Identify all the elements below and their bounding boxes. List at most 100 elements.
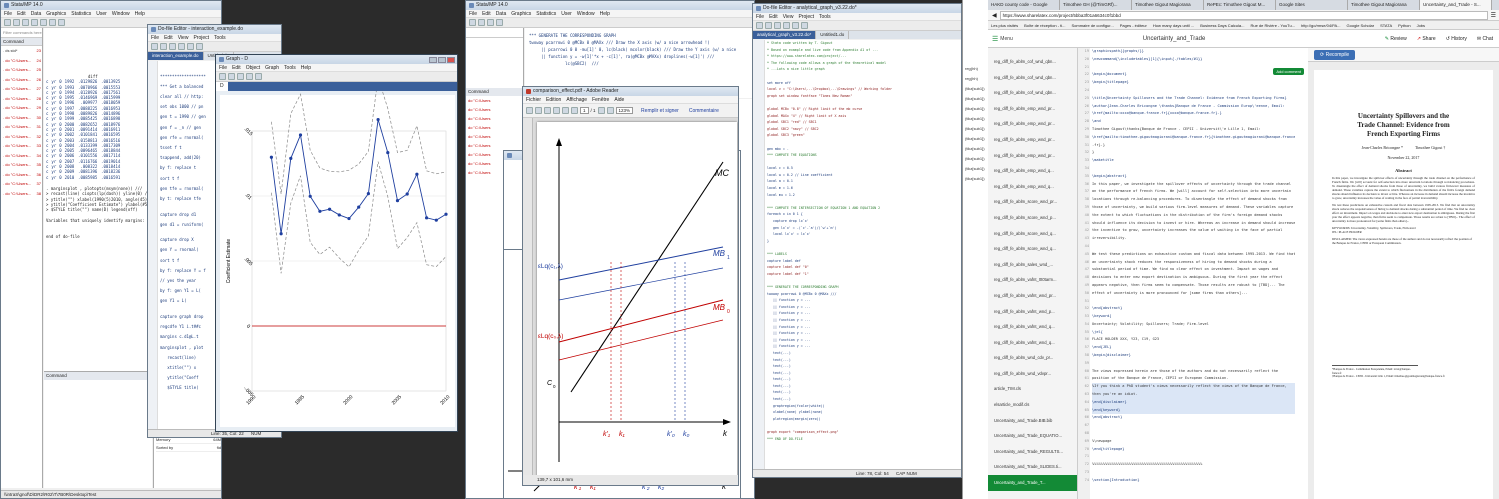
new-icon[interactable]: [756, 22, 763, 29]
save-icon[interactable]: [774, 22, 781, 29]
stata-menu-edit[interactable]: Edit: [17, 10, 26, 17]
history-filter[interactable]: Filter commands here: [1, 28, 42, 38]
stata-menu-data[interactable]: Data: [31, 10, 42, 17]
file-tree-item[interactable]: reg_diff_fe_ablm_emp_wnd_pr...: [988, 148, 1077, 164]
stata-menu-statistics[interactable]: Statistics: [71, 10, 91, 17]
history-item[interactable]: do "C:\Users: [466, 141, 523, 150]
print-icon[interactable]: [237, 73, 244, 80]
side-strip-item[interactable]: (tikz[sub1]): [963, 124, 988, 134]
history-item[interactable]: . do "C:\Users... 27: [1, 84, 42, 94]
history-item[interactable]: . do "C:\Users... 32: [1, 132, 42, 142]
file-tree-item[interactable]: reg_diff_fe_ablm_vafnt_wnd_pr...: [988, 288, 1077, 304]
comment-button[interactable]: Commentaire: [689, 108, 719, 114]
maximize-icon[interactable]: [438, 56, 446, 63]
file-tree-item[interactable]: reg_diff_fe_ablm_vafnt_0t0tarm...: [988, 272, 1077, 288]
file-tree-item[interactable]: Uncertainty_and_Trade_T...: [988, 475, 1077, 491]
side-strip-item[interactable]: (tikz[sub1]): [963, 134, 988, 144]
graph-tab-d[interactable]: D: [216, 82, 228, 91]
bookmark-item[interactable]: Les plus visités: [991, 21, 1018, 29]
bookmark-item[interactable]: Google Scholar: [1347, 21, 1375, 29]
pdf-menu-fichier[interactable]: Fichier: [526, 96, 541, 103]
stata-menu-window[interactable]: Window: [112, 10, 130, 17]
history-item[interactable]: . do "C:\Users... 35: [1, 160, 42, 170]
history-item[interactable]: do "C:\Users: [466, 105, 523, 114]
stata-menu-help[interactable]: Help: [135, 10, 145, 17]
print-icon[interactable]: [22, 19, 29, 26]
side-strip-item[interactable]: (tikz[sub1]): [963, 104, 988, 114]
file-tree-item[interactable]: reg_diff_fe_ablm_emp_wnd_pr...: [988, 132, 1077, 148]
browser-tab[interactable]: HAKD county code - Google: [988, 0, 1060, 10]
dofile2-menu-file[interactable]: File: [756, 13, 764, 20]
dofile1-titlebar[interactable]: Do-file Editor - interaction_example.do: [148, 25, 281, 34]
graph-icon[interactable]: [49, 19, 56, 26]
side-strip-item[interactable]: (tikz[sub1]): [963, 174, 988, 184]
side-strip-item[interactable]: (tikz[sub1]): [963, 164, 988, 174]
bookmark-item[interactable]: Python: [1398, 21, 1410, 29]
file-tree-item[interactable]: reg_diff_fe_ablm_score_wnd_q...: [988, 226, 1077, 242]
dofile2-tab[interactable]: Untitled1.do: [816, 31, 850, 39]
prev-page-icon[interactable]: [562, 107, 569, 114]
file-tree-item[interactable]: reg_diff_fe_ablm_cof_wnd_qbn...: [988, 54, 1077, 70]
open-icon[interactable]: [160, 43, 167, 50]
stata2-menu-help[interactable]: Help: [600, 10, 610, 17]
history-item[interactable]: . do "C:\Users... 37: [1, 179, 42, 189]
graph-icon[interactable]: [496, 19, 503, 26]
mail-icon[interactable]: [553, 107, 560, 114]
file-tree-item[interactable]: Uncertainty_and_Trade_EQUATIO...: [988, 428, 1077, 444]
dofile2-tab[interactable]: analytical_graph_v3.22.do*: [753, 31, 817, 39]
dofile1-menu-project[interactable]: Project: [193, 34, 209, 41]
side-strip-item[interactable]: (tikz[sub1]): [963, 94, 988, 104]
history-item[interactable]: . do "C:\Users... 26: [1, 75, 42, 85]
history-item[interactable]: . ds std* 23: [1, 46, 42, 56]
dofile1-menu-edit[interactable]: Edit: [164, 34, 173, 41]
file-tree-item[interactable]: elsarticle_modif.cls: [988, 397, 1077, 413]
history-item[interactable]: . do "C:\Users... 38: [1, 189, 42, 199]
graph-menu-file[interactable]: File: [219, 64, 227, 71]
review-button[interactable]: ✎ Review: [1385, 36, 1407, 42]
stata2-menu-window[interactable]: Window: [577, 10, 595, 17]
file-tree-item[interactable]: reg_diff_fe_ablm_emp_wnd_pr...: [988, 116, 1077, 132]
fill-sign-button[interactable]: Remplir et signer: [641, 108, 679, 114]
viewer-icon[interactable]: [40, 19, 47, 26]
pdf-menu-affichage[interactable]: Affichage: [566, 96, 587, 103]
bookmark-item[interactable]: Rue de Rivière - YouTu...: [1250, 21, 1295, 29]
graph-menu-graph[interactable]: Graph: [265, 64, 279, 71]
history-item[interactable]: do "C:\Users: [466, 123, 523, 132]
run-icon[interactable]: [196, 43, 203, 50]
file-tree-item[interactable]: reg_diff_fe_ablm_vafnt_wnd_p...: [988, 304, 1077, 320]
dofile2-titlebar[interactable]: Do-file Editor - analytical_graph_v3.22.…: [753, 4, 961, 13]
bookmark-item[interactable]: Jobs: [1417, 21, 1425, 29]
dofile-icon[interactable]: [58, 19, 65, 26]
dofile1-tab[interactable]: interaction_example.do: [148, 52, 204, 60]
history-item[interactable]: . do "C:\Users... 25: [1, 65, 42, 75]
history-item[interactable]: . do "C:\Users... 34: [1, 151, 42, 161]
file-tree-item[interactable]: reg_diff_fe_ablm_vafnt_wnd_q...: [988, 319, 1077, 335]
dofile2-code-area[interactable]: * Stata code written by T. Gigout * Based…: [753, 40, 961, 469]
browser-menu-icon[interactable]: ☰: [1491, 12, 1499, 19]
side-strip-item[interactable]: (tikz[sub1]): [963, 84, 988, 94]
save-icon[interactable]: [13, 19, 20, 26]
bookmark-item[interactable]: Sommaire de configur...: [1071, 21, 1113, 29]
side-strip-item[interactable]: reg(hh): [963, 74, 988, 84]
history-button[interactable]: ↺ History: [1446, 36, 1467, 42]
run-icon[interactable]: [801, 22, 808, 29]
stata-menu-file[interactable]: File: [4, 10, 12, 17]
side-strip-item[interactable]: (tikz[sub1]): [963, 144, 988, 154]
stata2-menu-user[interactable]: User: [561, 10, 572, 17]
bookmark-item[interactable]: How many days until ...: [1153, 21, 1194, 29]
history-item[interactable]: . do "C:\Users... 30: [1, 113, 42, 123]
side-strip-item[interactable]: (tikz[sub1]): [963, 114, 988, 124]
back-icon[interactable]: ◀: [992, 12, 997, 19]
page-number-input[interactable]: 1: [580, 107, 589, 114]
stata-menu-user[interactable]: User: [96, 10, 107, 17]
side-strip-item[interactable]: (tikz[sub1]): [963, 154, 988, 164]
open-icon[interactable]: [4, 19, 11, 26]
save-icon[interactable]: [169, 43, 176, 50]
bookmark-item[interactable]: Boîte de réception - ti...: [1024, 21, 1065, 29]
zoom-out-icon[interactable]: [597, 107, 605, 114]
file-tree-item[interactable]: reg_diff_fe_ablm_emp_wnd_pr...: [988, 101, 1077, 117]
file-tree-item[interactable]: reg_diff_fe_ablm_emp_wnd_q...: [988, 179, 1077, 195]
graph-titlebar[interactable]: Graph - D: [216, 55, 457, 64]
file-tree-item[interactable]: reg_diff_fe_ablm_sales_wnd_...: [988, 257, 1077, 273]
stata2-menu-statistics[interactable]: Statistics: [536, 10, 556, 17]
